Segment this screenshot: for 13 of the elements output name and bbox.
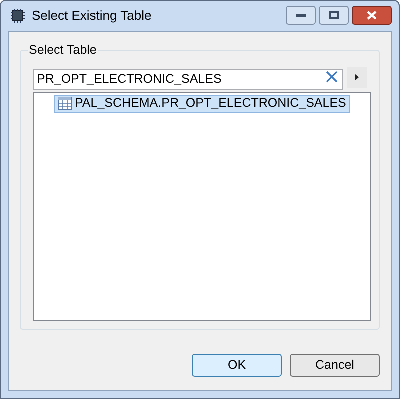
menu-arrow-button[interactable] bbox=[347, 67, 367, 88]
dialog-button[interactable]: Cancel bbox=[290, 354, 380, 377]
maximize-button[interactable] bbox=[319, 6, 349, 24]
close-icon bbox=[367, 10, 377, 20]
clear-icon[interactable] bbox=[326, 71, 338, 83]
table-icon bbox=[58, 97, 72, 110]
dialog-button[interactable]: OK bbox=[192, 354, 282, 377]
minimize-button[interactable] bbox=[286, 6, 316, 24]
triangle-icon bbox=[355, 74, 360, 81]
search-field[interactable]: PR_OPT_ELECTRONIC_SALES bbox=[33, 68, 344, 90]
close-button[interactable] bbox=[352, 6, 392, 24]
chip-icon bbox=[10, 8, 26, 24]
window-title: Select Existing Table bbox=[32, 7, 152, 26]
